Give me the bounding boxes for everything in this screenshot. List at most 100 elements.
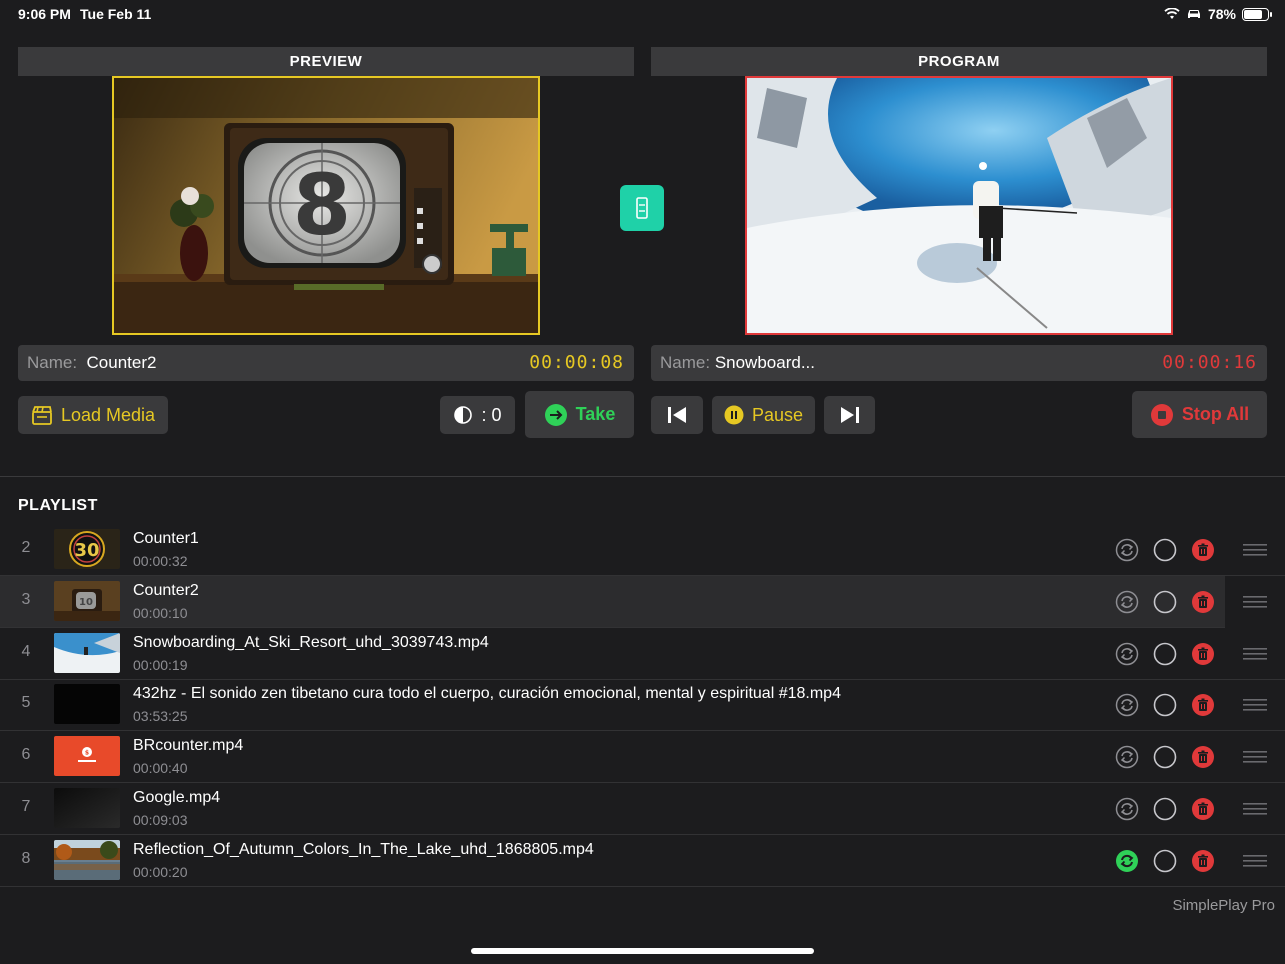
trash-icon[interactable] — [1191, 538, 1215, 562]
select-circle-icon[interactable] — [1153, 849, 1177, 873]
row-duration: 00:00:19 — [133, 656, 188, 673]
loop-icon[interactable] — [1115, 642, 1139, 666]
skip-forward-icon — [840, 407, 859, 423]
program-name-bar: Name: Snowboard... 00:00:16 — [651, 345, 1267, 381]
row-number: 4 — [21, 642, 31, 660]
row-title: 432hz - El sonido zen tibetano cura todo… — [133, 685, 841, 703]
row-thumbnail: 30 — [54, 529, 120, 569]
pause-circle-icon — [724, 405, 744, 425]
select-circle-icon[interactable] — [1153, 538, 1177, 562]
trash-icon[interactable] — [1191, 590, 1215, 614]
row-duration: 03:53:25 — [133, 708, 188, 725]
stop-all-button[interactable]: Stop All — [1132, 391, 1267, 438]
row-duration: 00:09:03 — [133, 812, 188, 828]
status-bar: 9:06 PM Tue Feb 11 78% — [0, 0, 1285, 30]
status-date: Tue Feb 11 — [80, 6, 152, 22]
select-circle-icon[interactable] — [1153, 590, 1177, 614]
section-divider — [0, 476, 1285, 477]
playlist-row[interactable]: 5 432hz - El sonido zen tibetano cura tod… — [0, 679, 1285, 732]
row-title: Snowboarding_At_Ski_Resort_uhd_3039743.m… — [133, 633, 489, 651]
trash-icon[interactable] — [1191, 642, 1215, 666]
select-circle-icon[interactable] — [1153, 642, 1177, 666]
preview-name-label: Name: Counter2 — [27, 353, 157, 372]
drag-handle-icon[interactable] — [1243, 749, 1267, 765]
battery-percent: 78% — [1207, 6, 1236, 22]
status-indicators: 78% — [1164, 6, 1272, 22]
row-thumbnail — [54, 632, 120, 673]
arrow-circle-icon — [544, 403, 567, 426]
row-number: 7 — [21, 798, 31, 815]
row-thumbnail — [54, 839, 120, 880]
app-brand: SimplePlay Pro — [1172, 897, 1275, 914]
program-header: PROGRAM — [651, 47, 1267, 76]
pause-label: Pause — [751, 404, 804, 425]
loop-icon[interactable] — [1115, 590, 1139, 614]
program-monitor[interactable] — [745, 76, 1173, 335]
stop-all-label: Stop All — [1181, 404, 1250, 424]
playlist-row[interactable]: 6 $ BRcounter.mp4 00:00:40 — [0, 731, 1285, 784]
drag-handle-icon[interactable] — [1243, 646, 1267, 662]
row-thumbnail: $ — [54, 736, 120, 777]
trash-icon[interactable] — [1191, 693, 1215, 717]
row-title: BRcounter.mp4 — [133, 737, 244, 755]
playlist-row[interactable]: 4 Snowboarding_At_Ski_Resort_uhd_3039743.… — [0, 628, 1285, 680]
loop-icon[interactable] — [1115, 849, 1139, 873]
load-media-label: Load Media — [60, 404, 156, 425]
load-media-button[interactable]: Load Media — [18, 396, 168, 434]
take-button[interactable]: Take — [525, 391, 634, 438]
home-indicator[interactable] — [471, 948, 814, 954]
transition-button[interactable]: : 0 — [440, 396, 515, 434]
row-duration: 00:00:32 — [133, 553, 188, 569]
row-title: Counter1 — [133, 530, 199, 547]
clapperboard-icon — [32, 406, 52, 425]
svg-text:8: 8 — [293, 156, 351, 254]
row-number: 3 — [21, 590, 31, 608]
drag-handle-icon[interactable] — [1243, 801, 1267, 817]
select-circle-icon[interactable] — [1153, 797, 1177, 821]
row-number: 8 — [21, 849, 31, 867]
trash-icon[interactable] — [1191, 745, 1215, 769]
row-number: 2 — [21, 539, 31, 556]
row-title: Counter2 — [133, 581, 199, 599]
loop-icon[interactable] — [1115, 745, 1139, 769]
row-duration: 00:00:20 — [133, 863, 188, 880]
program-timecode: 00:00:16 — [1162, 352, 1257, 373]
select-circle-icon[interactable] — [1153, 693, 1177, 717]
loop-icon[interactable] — [1115, 797, 1139, 821]
trash-icon[interactable] — [1191, 797, 1215, 821]
svg-text:10: 10 — [79, 597, 93, 608]
loop-icon[interactable] — [1115, 538, 1139, 562]
row-thumbnail — [54, 684, 120, 725]
contrast-icon — [454, 406, 473, 424]
playlist-row[interactable]: 7 Google.mp4 00:09:03 — [0, 783, 1285, 835]
drag-handle-icon[interactable] — [1243, 853, 1267, 869]
playlist-row[interactable]: 8 Reflection_Of_Autumn_Colors_In_The_Lake… — [0, 835, 1285, 887]
drag-handle-icon[interactable] — [1243, 697, 1267, 713]
wifi-icon — [1164, 8, 1180, 19]
svg-text:$: $ — [85, 750, 89, 757]
take-label: Take — [575, 404, 616, 424]
program-name-value: Snowboard... — [714, 353, 815, 372]
playlist-row[interactable]: 2 30 Counter1 00:00:32 — [0, 524, 1285, 576]
svg-text:30: 30 — [74, 540, 99, 561]
preview-monitor[interactable]: 8 — [112, 76, 540, 335]
select-circle-icon[interactable] — [1153, 745, 1177, 769]
swap-button[interactable] — [620, 185, 664, 231]
row-duration: 00:00:10 — [133, 604, 188, 621]
stop-circle-icon — [1150, 403, 1173, 426]
next-button[interactable] — [824, 396, 875, 434]
previous-button[interactable] — [651, 396, 703, 434]
skip-back-icon — [668, 407, 686, 423]
row-title: Reflection_Of_Autumn_Colors_In_The_Lake_… — [133, 840, 594, 858]
program-frame-image — [747, 78, 1171, 333]
drag-handle-icon[interactable] — [1243, 542, 1267, 558]
trash-icon[interactable] — [1191, 849, 1215, 873]
pause-button[interactable]: Pause — [712, 396, 815, 434]
drag-handle-icon[interactable] — [1243, 594, 1267, 610]
swap-icon — [636, 197, 648, 219]
loop-icon[interactable] — [1115, 693, 1139, 717]
playlist-title: PLAYLIST — [18, 497, 98, 514]
preview-frame-image: 8 — [114, 78, 538, 333]
row-title: Google.mp4 — [133, 789, 221, 806]
playlist-row[interactable]: 3 10 Counter2 00:00:10 — [0, 575, 1285, 628]
